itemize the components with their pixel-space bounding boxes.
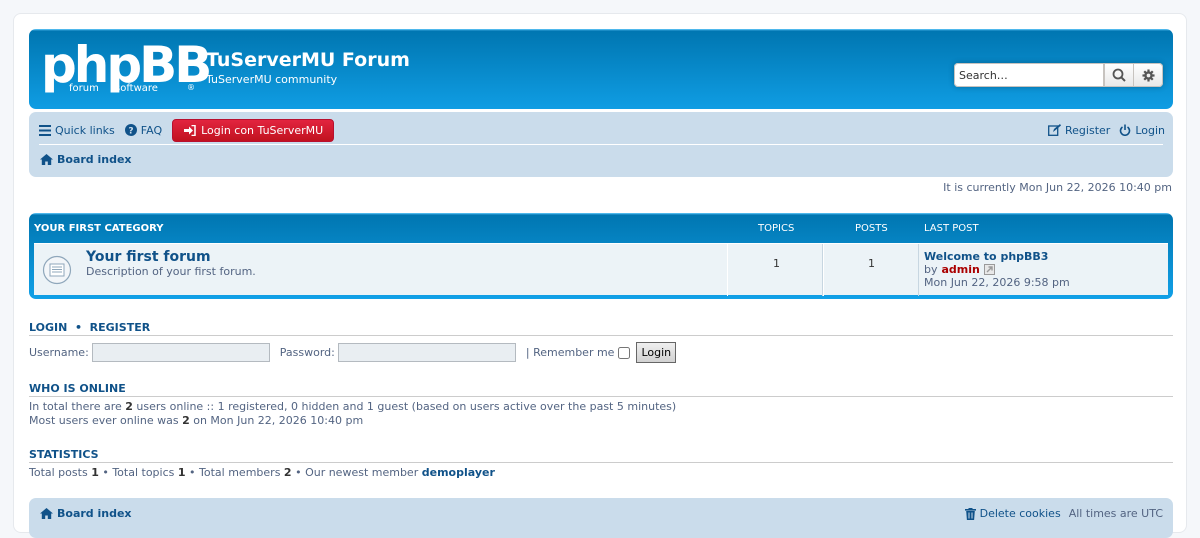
newest-member-link[interactable]: demoplayer [422,466,495,479]
forum-row: Your first forum Description of your fir… [34,243,1168,296]
total-members-label: • Total members [189,466,281,479]
column-topics: TOPICS [758,223,795,234]
external-login-label: Login con TuServerMU [201,123,324,137]
advanced-search-button[interactable] [1133,63,1163,87]
logo-registered: ® [187,83,195,92]
search-button[interactable] [1104,63,1134,87]
trash-icon [964,507,976,520]
footer-right: Delete cookies All times are UTC [964,507,1163,520]
footer-navbar: Board index Delete cookies All times are… [29,498,1173,538]
total-topics-label: • Total topics [102,466,175,479]
forum-read-icon [42,255,72,285]
faq-label: FAQ [140,123,163,137]
breadcrumb[interactable]: Board index [40,151,132,167]
search-box [954,63,1163,87]
who-is-online-link[interactable]: WHO IS ONLINE [29,382,126,395]
page-wrapper: phpBB forum software ® TuServerMU Forum … [13,13,1187,538]
online-summary: In total there are 2 users online :: 1 r… [29,400,676,413]
login-register-heading: LOGIN • REGISTER [29,321,1173,336]
quick-login-button[interactable]: Login [636,342,677,363]
menu-icon [39,124,51,136]
gear-icon [1141,68,1155,82]
svg-text:?: ? [128,127,133,137]
sign-in-icon [184,124,196,136]
navbar: Quick links ? FAQ Login con TuServerMU R… [29,112,1173,177]
statistics-heading: STATISTICS [29,448,1173,463]
logo-sub-right: software [115,83,158,94]
site-description: TuServerMU community [206,73,338,86]
register-label: Register [1065,123,1111,137]
delete-cookies-label: Delete cookies [979,507,1061,520]
record-text-b: on Mon Jun 22, 2026 10:40 pm [193,414,364,427]
current-time: It is currently Mon Jun 22, 2026 10:40 p… [943,181,1172,194]
logo-sub-left: forum [69,83,99,94]
last-post-author-line: by admin [924,263,995,276]
nav-user-links: Register Login [1039,119,1165,141]
remember-me-label: | Remember me [525,346,615,359]
record-count: 2 [182,414,190,427]
view-latest-post-icon[interactable] [983,264,995,275]
forum-description: Description of your first forum. [86,265,256,278]
password-label: Password: [279,346,335,359]
total-posts: 1 [91,466,99,479]
statistics-label: STATISTICS [29,448,99,461]
site-logo[interactable]: phpBB forum software ® [41,37,212,99]
home-icon [40,153,53,165]
nav-main-links: Quick links ? FAQ Login con TuServerMU [39,118,335,142]
register-heading-link[interactable]: REGISTER [90,321,151,334]
last-post-time: Mon Jun 22, 2026 9:58 pm [924,276,1070,289]
posts-cell [823,244,919,296]
register-link[interactable]: Register [1048,124,1110,137]
column-posts: POSTS [855,223,888,234]
navbar-divider [39,144,1163,145]
record-text-a: Most users ever online was [29,414,179,427]
external-login-button[interactable]: Login con TuServerMU [172,118,335,142]
username-label: Username: [29,346,89,359]
login-link[interactable]: Login [1119,124,1165,137]
home-icon [40,508,53,519]
topics-cell [727,244,823,296]
column-last-post: LAST POST [924,223,979,234]
total-topics: 1 [177,466,186,479]
login-heading-link[interactable]: LOGIN [29,321,67,334]
posts-count: 1 [868,257,875,270]
online-count: 2 [125,400,133,413]
forum-category-block: YOUR FIRST CATEGORY TOPICS POSTS LAST PO… [29,213,1173,299]
faq-link[interactable]: ? FAQ [124,123,163,137]
topics-count: 1 [773,257,780,270]
timezone-note: All times are UTC [1068,507,1163,520]
total-members: 2 [283,466,292,479]
password-field[interactable] [337,343,516,362]
pencil-square-icon [1048,124,1062,136]
login-label: Login [1135,123,1165,137]
question-icon: ? [124,124,137,137]
search-icon [1112,68,1126,82]
quick-links-label: Quick links [55,123,115,137]
who-is-online-heading: WHO IS ONLINE [29,382,1173,397]
footer-board-index: Board index [57,507,132,520]
remember-me-checkbox[interactable] [618,346,631,359]
search-input[interactable] [954,63,1104,87]
site-title[interactable]: TuServerMU Forum [206,49,410,71]
forum-title[interactable]: Your first forum [86,249,211,265]
newest-member-label: • Our newest member [295,466,419,479]
total-posts-label: Total posts [29,466,88,479]
online-record: Most users ever online was 2 on Mon Jun … [29,414,363,427]
last-post-title[interactable]: Welcome to phpBB3 [924,250,1048,263]
quick-login-form: Username: Password: | Remember me Login [29,342,677,363]
online-text-a: In total there are [29,400,122,413]
quick-links-menu[interactable]: Quick links [39,124,115,137]
delete-cookies-link[interactable]: Delete cookies [964,507,1061,520]
heading-separator: • [74,321,82,334]
footer-breadcrumb[interactable]: Board index [40,507,132,520]
last-post-by: by [924,263,938,276]
header-bar: phpBB forum software ® TuServerMU Forum … [29,29,1173,109]
breadcrumb-board-index: Board index [57,152,132,166]
statistics-line: Total posts 1 • Total topics 1 • Total m… [29,466,495,479]
power-icon [1120,124,1131,136]
online-text-b: users online :: 1 registered, 0 hidden a… [136,400,677,413]
username-field[interactable] [91,343,270,362]
last-post-author[interactable]: admin [942,263,980,276]
category-title[interactable]: YOUR FIRST CATEGORY [34,223,164,234]
